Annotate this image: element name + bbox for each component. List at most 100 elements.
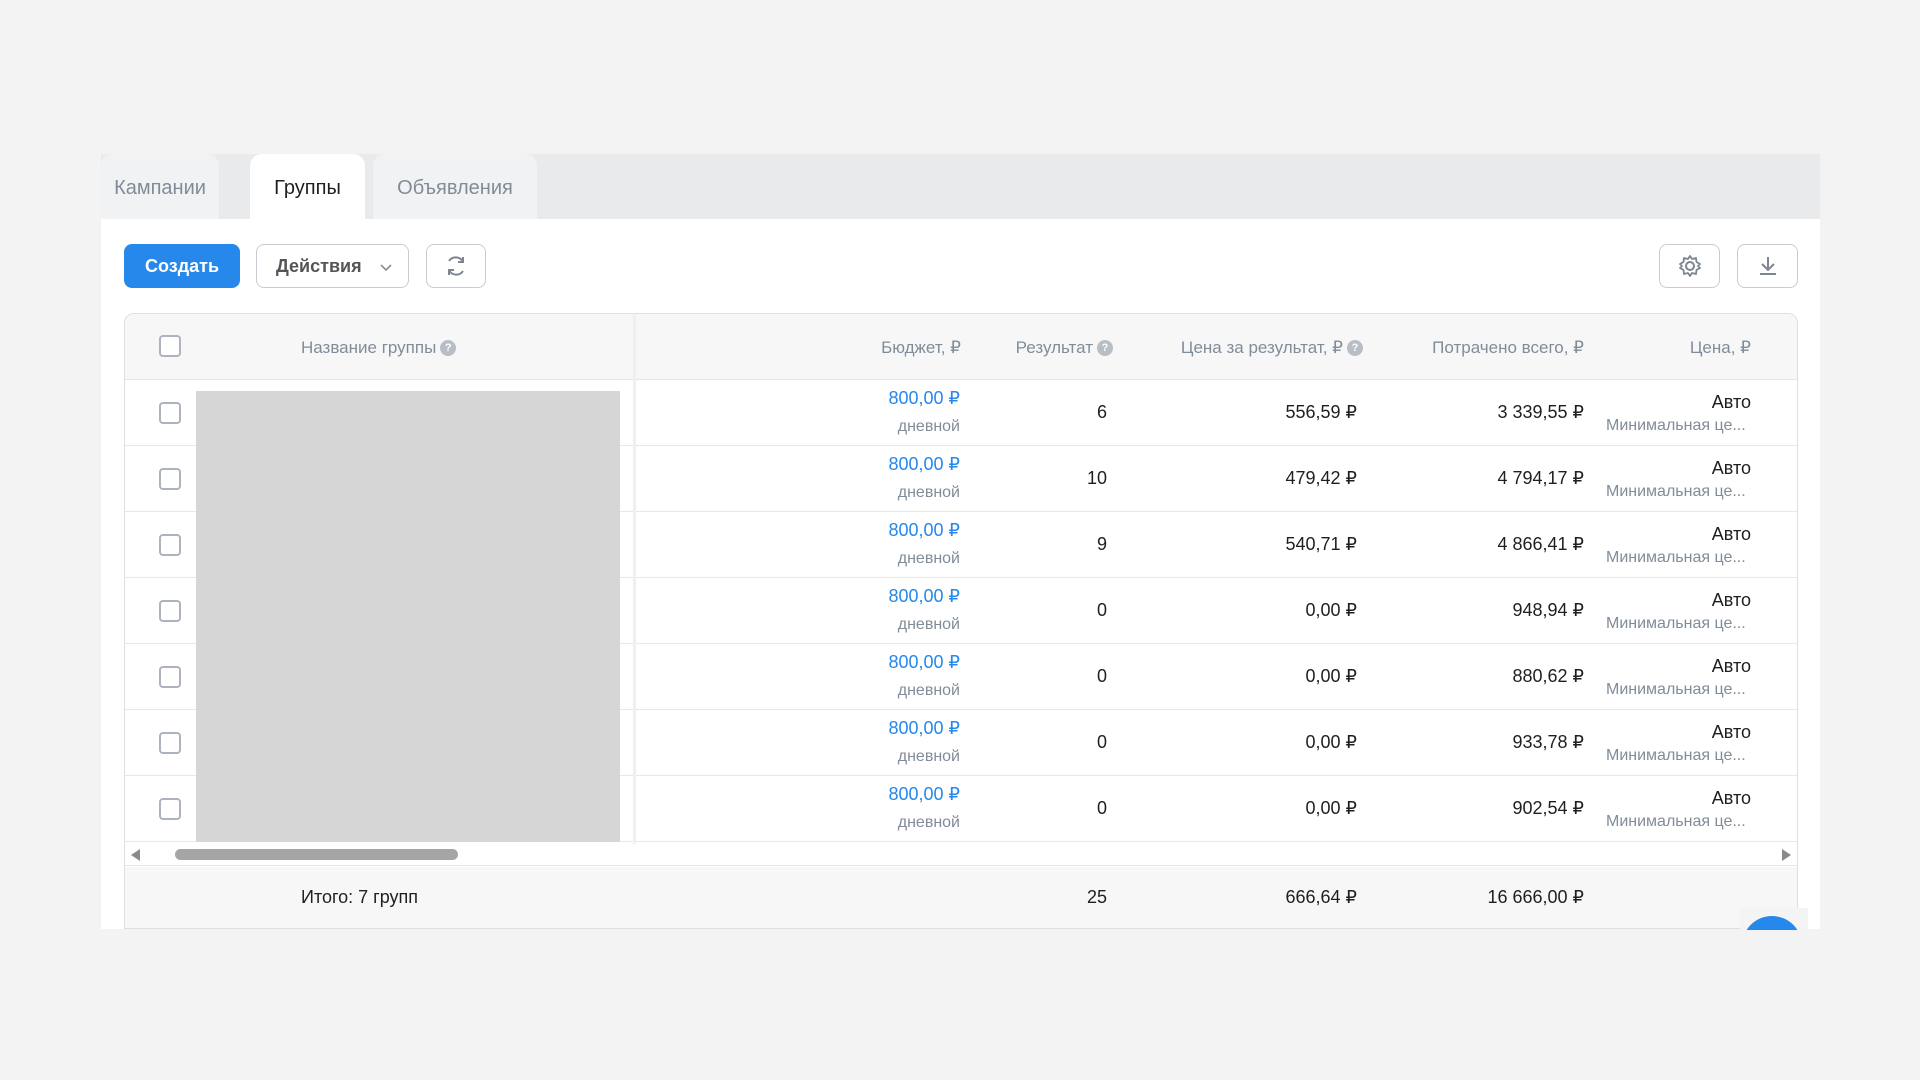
budget-value[interactable]: 800,00 ₽ — [888, 388, 960, 409]
sticky-column-divider — [633, 314, 636, 844]
budget-type: дневной — [897, 418, 960, 435]
table-footer: Итого: 7 групп 25 666,64 ₽ 16 666,00 ₽ — [125, 867, 1797, 928]
budget-value[interactable]: 800,00 ₽ — [888, 718, 960, 739]
spent-value: 4 866,41 ₽ — [1497, 534, 1584, 554]
cost-per-result-value: 0,00 ₽ — [1305, 798, 1358, 818]
header-price[interactable]: Цена, ₽ — [1690, 338, 1751, 358]
ads-panel: Кампании Группы Объявления Создать Дейст… — [101, 154, 1820, 929]
budget-value[interactable]: 800,00 ₽ — [888, 586, 960, 607]
row-checkbox[interactable] — [159, 402, 181, 424]
price-strategy: Минимальная це... — [1606, 417, 1746, 434]
row-checkbox[interactable] — [159, 600, 181, 622]
spent-value: 3 339,55 ₽ — [1497, 402, 1584, 422]
price-value: Авто — [1711, 458, 1751, 478]
result-value: 0 — [1096, 600, 1107, 620]
price-strategy: Минимальная це... — [1606, 615, 1746, 632]
total-label: Итого: 7 групп — [301, 887, 419, 907]
result-value: 9 — [1096, 534, 1107, 554]
cost-per-result-value: 479,42 ₽ — [1285, 468, 1357, 488]
help-chat-button[interactable] — [1740, 908, 1808, 930]
row-checkbox[interactable] — [159, 666, 181, 688]
create-button[interactable]: Создать — [124, 244, 240, 288]
actions-label: Действия — [276, 255, 362, 276]
actions-dropdown[interactable]: Действия — [256, 244, 409, 288]
price-strategy: Минимальная це... — [1606, 483, 1746, 500]
budget-value[interactable]: 800,00 ₽ — [888, 652, 960, 673]
groups-table: Название группы ? Бюджет, ₽ Результат ? … — [124, 313, 1798, 929]
refresh-button[interactable] — [426, 244, 486, 288]
result-value: 0 — [1096, 798, 1107, 818]
budget-type: дневной — [897, 550, 960, 567]
price-value: Авто — [1711, 788, 1751, 808]
header-budget[interactable]: Бюджет, ₽ — [881, 338, 961, 358]
header-cost-per-result[interactable]: Цена за результат, ₽ ? — [1181, 338, 1363, 358]
total-result: 25 — [1086, 887, 1107, 907]
spent-value: 902,54 ₽ — [1512, 798, 1584, 818]
header-price-label: Цена, ₽ — [1689, 338, 1751, 357]
budget-type: дневной — [897, 682, 960, 699]
header-name: Название группы ? — [301, 338, 457, 358]
budget-type: дневной — [897, 814, 960, 831]
row-checkbox[interactable] — [159, 798, 181, 820]
select-all-checkbox[interactable] — [159, 335, 181, 357]
row-checkbox[interactable] — [159, 732, 181, 754]
scrollbar-thumb[interactable] — [175, 849, 458, 860]
budget-type: дневной — [897, 616, 960, 633]
group-names-redacted — [196, 391, 620, 842]
budget-type: дневной — [897, 748, 960, 765]
horizontal-scrollbar[interactable] — [125, 844, 1797, 866]
scroll-right-icon[interactable] — [1782, 849, 1791, 861]
price-strategy: Минимальная це... — [1606, 681, 1746, 698]
tabs-bar: Кампании Группы Объявления — [101, 154, 1820, 219]
gear-icon — [1678, 255, 1701, 277]
tab-ads[interactable]: Объявления — [373, 154, 537, 219]
cost-per-result-value: 0,00 ₽ — [1305, 732, 1358, 752]
header-cost-per-result-label: Цена за результат, ₽ — [1180, 338, 1343, 357]
header-spent-label: Потрачено всего, ₽ — [1432, 338, 1584, 357]
settings-button[interactable] — [1659, 244, 1720, 288]
tab-groups[interactable]: Группы — [250, 154, 365, 219]
result-value: 10 — [1086, 468, 1107, 488]
price-value: Авто — [1711, 524, 1751, 544]
cost-per-result-value: 0,00 ₽ — [1305, 600, 1358, 620]
refresh-icon — [448, 256, 464, 276]
price-value: Авто — [1711, 392, 1751, 412]
row-checkbox[interactable] — [159, 468, 181, 490]
result-value: 6 — [1096, 402, 1107, 422]
cost-per-result-value: 0,00 ₽ — [1305, 666, 1358, 686]
total-spent: 16 666,00 ₽ — [1487, 887, 1584, 907]
help-icon[interactable]: ? — [1097, 340, 1113, 356]
help-icon[interactable]: ? — [440, 340, 457, 356]
cost-per-result-value: 556,59 ₽ — [1285, 402, 1357, 422]
result-value: 0 — [1096, 666, 1107, 686]
table-header: Название группы ? Бюджет, ₽ Результат ? … — [125, 314, 1797, 380]
header-result[interactable]: Результат ? — [1016, 338, 1113, 358]
header-result-label: Результат — [1015, 338, 1093, 357]
spent-value: 880,62 ₽ — [1512, 666, 1584, 686]
total-cost-per-result: 666,64 ₽ — [1285, 887, 1357, 907]
scroll-left-icon[interactable] — [131, 849, 140, 861]
header-spent[interactable]: Потрачено всего, ₽ — [1432, 338, 1584, 358]
price-value: Авто — [1711, 590, 1751, 610]
price-strategy: Минимальная це... — [1606, 747, 1746, 764]
budget-value[interactable]: 800,00 ₽ — [888, 784, 960, 805]
cost-per-result-value: 540,71 ₽ — [1285, 534, 1357, 554]
spent-value: 933,78 ₽ — [1512, 732, 1584, 752]
row-checkbox[interactable] — [159, 534, 181, 556]
download-button[interactable] — [1737, 244, 1798, 288]
result-value: 0 — [1096, 732, 1107, 752]
header-budget-label: Бюджет, ₽ — [881, 338, 961, 357]
budget-value[interactable]: 800,00 ₽ — [888, 454, 960, 475]
budget-type: дневной — [897, 484, 960, 501]
price-strategy: Минимальная це... — [1606, 549, 1746, 566]
spent-value: 4 794,17 ₽ — [1497, 468, 1584, 488]
download-icon — [1759, 257, 1776, 275]
chevron-down-icon — [380, 264, 392, 272]
budget-value[interactable]: 800,00 ₽ — [888, 520, 960, 541]
price-value: Авто — [1711, 656, 1751, 676]
help-icon[interactable]: ? — [1347, 340, 1363, 356]
price-value: Авто — [1711, 722, 1751, 742]
spent-value: 948,94 ₽ — [1512, 600, 1584, 620]
tab-campaigns[interactable]: Кампании — [101, 154, 219, 219]
price-strategy: Минимальная це... — [1606, 813, 1746, 830]
